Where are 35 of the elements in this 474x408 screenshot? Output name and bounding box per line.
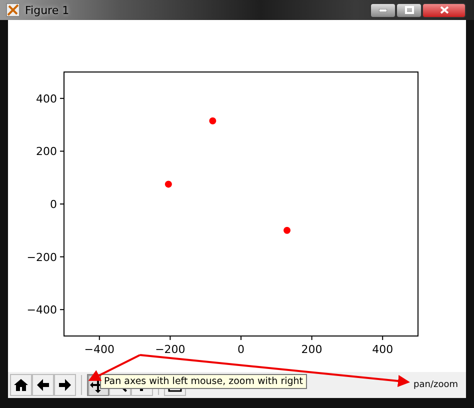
right-arrow-icon — [58, 378, 72, 392]
x-tick-label: 400 — [372, 343, 394, 356]
tick-mark — [382, 336, 384, 340]
close-icon — [440, 6, 448, 14]
app-icon — [6, 3, 20, 17]
tick-mark — [240, 336, 242, 340]
forward-button[interactable] — [54, 374, 76, 396]
tooltip: Pan axes with left mouse, zoom with right — [100, 374, 308, 389]
y-tick-label: 400 — [36, 92, 57, 106]
minimize-button[interactable] — [370, 2, 396, 18]
maximize-icon — [404, 6, 414, 14]
tick-mark — [170, 336, 171, 340]
tick-mark — [60, 98, 64, 99]
close-button[interactable] — [422, 2, 466, 18]
tick-mark — [60, 150, 64, 152]
x-tick-label: −400 — [84, 343, 114, 356]
y-tick-label: 200 — [36, 145, 57, 158]
tick-mark — [60, 256, 64, 258]
status-text: pan/zoom — [414, 380, 458, 390]
y-tick-label: −400 — [26, 304, 57, 317]
tick-mark — [60, 309, 64, 310]
x-tick-label: −200 — [155, 343, 186, 356]
x-tick-label: 0 — [238, 343, 244, 356]
y-tick-label: −200 — [26, 250, 57, 264]
window-title: Figure 1 — [25, 4, 70, 16]
minimize-icon — [379, 8, 387, 12]
maximize-button[interactable] — [396, 2, 422, 18]
tick-mark — [311, 336, 312, 340]
y-tick-label: 0 — [50, 198, 57, 211]
home-button[interactable] — [10, 374, 32, 396]
tick-mark — [98, 336, 100, 340]
back-button[interactable] — [32, 374, 54, 396]
home-icon — [14, 378, 28, 392]
x-tick-label: 200 — [301, 343, 322, 356]
left-arrow-icon — [36, 378, 50, 392]
